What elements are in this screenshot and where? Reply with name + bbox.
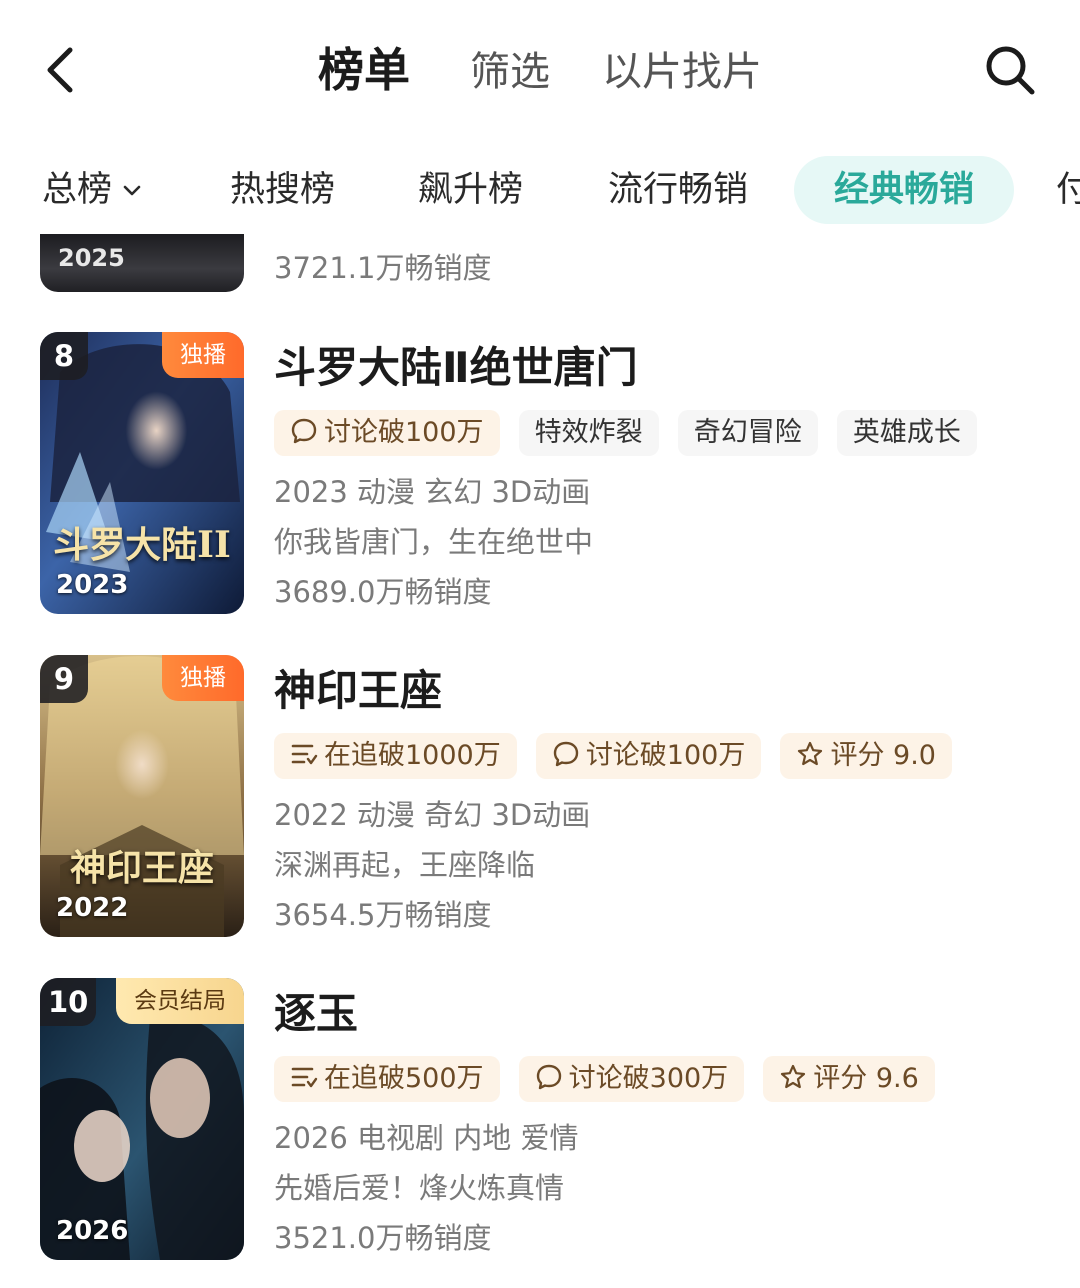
category-popular-sales[interactable]: 流行畅销 (608, 162, 748, 218)
item-sales: 3521.0万畅销度 (274, 1221, 492, 1255)
category-tab-bar: 总榜 热搜榜 飙升榜 流行畅销 经典畅销 付 (0, 150, 1080, 234)
item-title[interactable]: 斗罗大陆Ⅱ绝世唐门 (274, 338, 638, 398)
tag-label: 讨论破300万 (568, 1063, 729, 1094)
tag-following: 在追破500万 (274, 1056, 500, 1102)
search-icon[interactable] (982, 42, 1038, 98)
cover-year: 2026 (56, 1216, 129, 1246)
comment-icon (553, 741, 579, 767)
comment-icon (291, 418, 317, 444)
status-badge: 独播 (162, 655, 244, 701)
rank-badge: 10 (40, 978, 97, 1026)
cover-year: 2025 (58, 244, 125, 272)
item-info: 2023 动漫 玄幻 3D动画 (274, 475, 591, 509)
category-classic-sales[interactable]: 经典畅销 (794, 156, 1014, 224)
tag-discussion: 讨论破100万 (535, 733, 762, 779)
tag-label: 评分 9.0 (830, 740, 936, 771)
list-item[interactable]: 神印王座 9 独播 2022 神印王座 在追破1000万 讨论破100万 评分 … (0, 655, 1080, 945)
category-overall-label: 总榜 (42, 170, 113, 210)
poster-image[interactable]: 斗罗大陆II 8 独播 2023 (40, 332, 244, 614)
tag-row: 在追破1000万 讨论破100万 评分 9.0 (274, 733, 966, 779)
tag-rating: 评分 9.0 (780, 733, 952, 779)
tag-discussion: 讨论破300万 (518, 1056, 745, 1102)
back-chevron-icon[interactable] (38, 44, 86, 96)
poster-image[interactable]: 10 会员结局 2026 (40, 978, 244, 1260)
tab-find-by-clip[interactable]: 以片找片 (602, 44, 762, 100)
item-info: 2022 动漫 奇幻 3D动画 (274, 798, 591, 832)
tag-genre: 奇幻冒险 (677, 410, 818, 456)
page-title[interactable]: 榜单 (318, 40, 410, 100)
poster-image[interactable]: 神印王座 9 独播 2022 (40, 655, 244, 937)
cover-year: 2023 (56, 570, 129, 600)
list-item[interactable]: 斗罗大陆II 8 独播 2023 斗罗大陆Ⅱ绝世唐门 讨论破100万 特效炸裂 … (0, 332, 1080, 622)
category-hot-search[interactable]: 热搜榜 (230, 162, 335, 218)
chevron-down-icon (123, 185, 141, 196)
item-title[interactable]: 逐玉 (274, 984, 358, 1044)
status-badge: 独播 (162, 332, 244, 378)
category-paid[interactable]: 付 (1056, 162, 1080, 218)
cover-art-text: 斗罗大陆II (53, 524, 231, 566)
item-title[interactable]: 神印王座 (274, 661, 442, 721)
rank-badge: 9 (40, 655, 88, 703)
tab-filter[interactable]: 筛选 (470, 44, 550, 100)
tag-genre: 英雄成长 (836, 410, 977, 456)
item-slogan: 先婚后爱！烽火炼真情 (274, 1171, 565, 1205)
cover-art-text: 神印王座 (69, 847, 214, 889)
cover-year: 2022 (56, 893, 129, 923)
tag-label: 在追破500万 (324, 1063, 484, 1094)
previous-item-sales: 3721.1万畅销度 (274, 251, 492, 285)
item-sales: 3654.5万畅销度 (274, 898, 492, 932)
comment-icon (536, 1064, 561, 1090)
tag-label: 在追破1000万 (324, 740, 501, 771)
tag-rating: 评分 9.6 (763, 1056, 935, 1102)
list-icon (291, 744, 318, 765)
category-rising[interactable]: 飙升榜 (418, 162, 523, 218)
tag-label: 评分 9.6 (813, 1063, 919, 1094)
list-icon (291, 1067, 318, 1088)
list-item[interactable]: 10 会员结局 2026 逐玉 在追破500万 讨论破300万 评分 9.6 2… (0, 978, 1080, 1268)
rank-badge: 8 (40, 332, 88, 380)
tag-row: 在追破500万 讨论破300万 评分 9.6 (274, 1056, 949, 1102)
item-slogan: 你我皆唐门，生在绝世中 (274, 525, 594, 559)
star-icon (781, 1064, 806, 1089)
tag-row: 讨论破100万 特效炸裂 奇幻冒险 英雄成长 (274, 410, 991, 456)
tag-following: 在追破1000万 (274, 733, 517, 779)
item-slogan: 深渊再起，王座降临 (274, 848, 536, 882)
tag-label: 讨论破100万 (585, 740, 746, 771)
top-nav-bar: 榜单 筛选 以片找片 (0, 0, 1080, 140)
star-icon (798, 741, 823, 766)
previous-item-cover[interactable]: 2025 (40, 234, 244, 292)
category-overall[interactable]: 总榜 (42, 162, 142, 218)
tag-genre: 特效炸裂 (518, 410, 659, 456)
status-badge: 会员结局 (116, 978, 244, 1024)
tag-label: 讨论破100万 (324, 417, 484, 448)
item-sales: 3689.0万畅销度 (274, 575, 492, 609)
tag-discussion: 讨论破100万 (274, 410, 500, 456)
item-info: 2026 电视剧 内地 爱情 (274, 1121, 579, 1155)
